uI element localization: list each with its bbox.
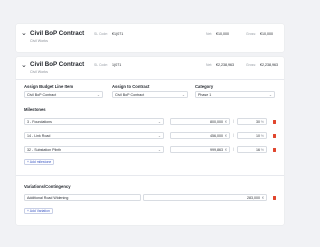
net-value: €2,238,963	[216, 63, 234, 67]
percent-unit: %	[260, 134, 264, 138]
milestone-percent-input[interactable]: 30 %	[237, 118, 267, 125]
chevron-down-icon[interactable]: ⌄	[21, 30, 27, 37]
contract-card-collapsed: ⌄ Civil BoP Contract Civil Works SL Code…	[16, 24, 284, 52]
milestone-percent: 30	[256, 120, 260, 124]
milestone-percent: 10	[256, 134, 260, 138]
milestone-amount: 800,000	[210, 120, 223, 124]
percent-unit: %	[260, 120, 264, 124]
budget-line-value: Civil BoP Contract	[27, 93, 57, 97]
contract-subtitle: Civil Works	[30, 39, 48, 43]
budget-line-select[interactable]: Civil BoP Contract ⌄	[24, 91, 103, 98]
chevron-down-icon: ⌄	[96, 93, 100, 97]
chevron-down-icon[interactable]: ⌄	[21, 62, 27, 69]
milestone-percent-input[interactable]: 16 %	[237, 146, 267, 153]
net-label: Net:	[206, 32, 213, 36]
currency-unit: €	[225, 148, 227, 152]
milestone-name: 3 - Foundations	[27, 120, 52, 124]
separator: |	[233, 119, 234, 123]
milestone-select[interactable]: 14 - Link Road ⌄	[24, 132, 164, 139]
gross-value: €2,238,963	[260, 63, 278, 67]
currency-unit: €	[262, 196, 264, 200]
sl-code-label: SL Code:	[94, 63, 109, 67]
chevron-down-icon: ⌄	[268, 93, 272, 97]
variation-name: Additional Road Widening	[27, 196, 69, 200]
trash-icon[interactable]	[272, 119, 277, 124]
sl-code-value: €1(071	[112, 32, 124, 36]
add-milestone-button[interactable]: + Add milestone	[24, 159, 55, 165]
divider	[16, 79, 284, 80]
add-variation-button[interactable]: + Add Variation	[24, 208, 53, 214]
contract-title: Civil BoP Contract	[30, 30, 85, 37]
contract-subtitle: Civil Works	[30, 70, 48, 74]
variation-amount-input[interactable]: 283,000 €	[143, 194, 267, 201]
milestone-select[interactable]: 3 - Foundations ⌄	[24, 118, 164, 125]
chevron-down-icon: ⌄	[157, 148, 161, 152]
contract-select[interactable]: Civil BoP Contract ⌄	[112, 91, 188, 98]
sl-code-label: SL Code:	[94, 32, 109, 36]
chevron-down-icon: ⌄	[157, 134, 161, 138]
trash-icon[interactable]	[272, 147, 277, 152]
variation-amount: 283,000	[247, 196, 260, 200]
milestone-percent-input[interactable]: 10 %	[237, 132, 267, 139]
divider	[16, 175, 284, 176]
currency-unit: €	[225, 120, 227, 124]
milestone-amount-input[interactable]: 456,000 €	[170, 132, 230, 139]
category-select[interactable]: Phase 1 ⌄	[195, 91, 275, 98]
separator: |	[233, 133, 234, 137]
contract-value: Civil BoP Contract	[115, 93, 145, 97]
milestone-amount-input[interactable]: 999,863 €	[170, 146, 230, 153]
gross-label: Gross:	[246, 63, 256, 67]
currency-unit: €	[225, 134, 227, 138]
milestones-heading: Milestones	[24, 107, 46, 112]
milestone-name: 32 - Substation Plinth	[27, 148, 62, 152]
milestone-name: 14 - Link Road	[27, 134, 51, 138]
variation-name-input[interactable]: Additional Road Widening	[24, 194, 141, 201]
assign-contract-label: Assign to Contract	[112, 84, 150, 89]
category-value: Phase 1	[198, 93, 212, 97]
chevron-down-icon: ⌄	[157, 120, 161, 124]
chevron-down-icon: ⌄	[181, 93, 185, 97]
milestone-amount: 999,863	[210, 148, 223, 152]
percent-unit: %	[260, 148, 264, 152]
net-value: €10,000	[216, 32, 229, 36]
milestone-amount-input[interactable]: 800,000 €	[170, 118, 230, 125]
milestone-percent: 16	[256, 148, 260, 152]
contract-title: Civil BoP Contract	[30, 61, 85, 68]
milestone-amount: 456,000	[210, 134, 223, 138]
milestone-select[interactable]: 32 - Substation Plinth ⌄	[24, 146, 164, 153]
variations-heading: Variations/Contingency	[24, 184, 71, 189]
separator: |	[233, 147, 234, 151]
trash-icon[interactable]	[272, 195, 277, 200]
gross-value: €10,000	[260, 32, 273, 36]
contract-card-expanded: ⌄ Civil BoP Contract Civil Works SL Code…	[16, 57, 284, 225]
sl-code-value: 1(071	[112, 63, 122, 67]
category-label: Category	[195, 84, 214, 89]
net-label: Net:	[206, 63, 213, 67]
assign-budget-label: Assign Budget Line Item	[24, 84, 74, 89]
trash-icon[interactable]	[272, 133, 277, 138]
gross-label: Gross:	[246, 32, 256, 36]
